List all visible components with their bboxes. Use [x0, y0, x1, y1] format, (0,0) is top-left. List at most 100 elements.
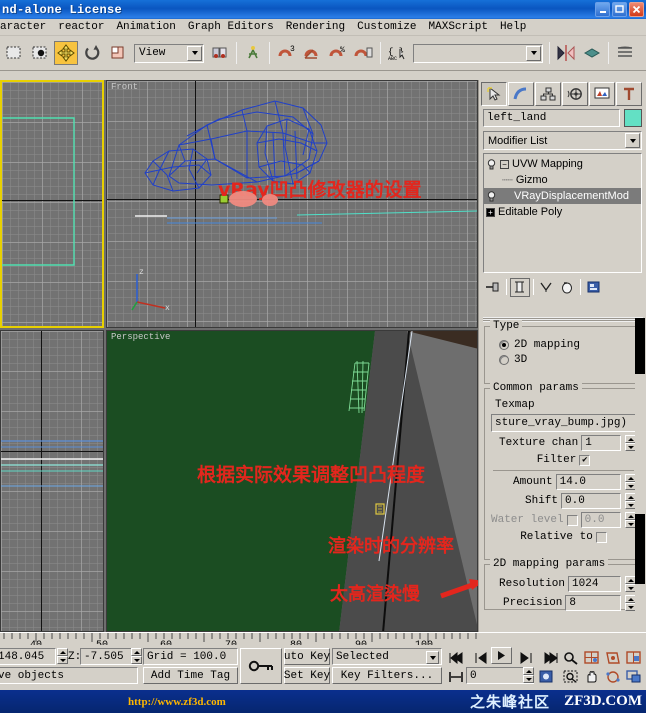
auto-key-button[interactable]: uto Key [284, 648, 330, 665]
maximize-button[interactable] [612, 2, 627, 17]
relative-to-checkbox[interactable] [595, 531, 607, 543]
zoom-region-icon[interactable] [624, 648, 643, 667]
scrollbar-thumb[interactable] [635, 318, 645, 374]
select-object-icon[interactable] [2, 41, 26, 65]
x-coordinate-field[interactable]: 148.045 [0, 648, 56, 665]
menu-item-reactor[interactable]: reactor [52, 19, 110, 36]
key-mode-icon[interactable] [446, 667, 465, 686]
chevron-down-icon[interactable] [625, 133, 640, 148]
chevron-down-icon[interactable] [526, 45, 541, 61]
configure-modifier-sets-icon[interactable] [584, 277, 604, 297]
z-spinner[interactable] [131, 648, 142, 664]
close-button[interactable] [629, 2, 644, 17]
menu-item-animation[interactable]: Animation [110, 19, 181, 36]
texture-channel-field[interactable]: 1 [581, 435, 621, 451]
minimize-button[interactable] [595, 2, 610, 17]
named-selection-set-field[interactable] [413, 43, 543, 63]
time-configuration-icon[interactable] [537, 667, 556, 686]
select-and-scale-icon[interactable] [106, 41, 130, 65]
use-pivot-center-icon[interactable] [208, 41, 232, 65]
field-of-view-icon[interactable] [561, 667, 580, 686]
spinner-snap-icon[interactable] [352, 41, 376, 65]
remove-modifier-icon[interactable] [557, 277, 577, 297]
menu-item-character[interactable]: aracter [0, 19, 52, 36]
zoom-icon[interactable] [561, 648, 580, 667]
make-unique-icon[interactable] [537, 277, 557, 297]
chevron-down-icon[interactable] [187, 45, 202, 61]
motion-tab[interactable] [562, 82, 588, 106]
layer-manager-icon[interactable] [580, 41, 604, 65]
mirror-icon[interactable] [554, 41, 578, 65]
frame-spinner[interactable] [523, 667, 534, 683]
curve-editor-icon[interactable] [613, 41, 637, 65]
previous-frame-icon[interactable] [471, 648, 490, 667]
scrollbar-thumb-lower[interactable] [635, 514, 645, 584]
command-panel-scrollbar[interactable] [635, 318, 645, 630]
pan-icon[interactable] [582, 667, 601, 686]
select-by-name-icon[interactable] [28, 41, 52, 65]
selection-level-combo[interactable]: Selected [332, 648, 442, 665]
select-and-move-icon[interactable] [54, 41, 78, 65]
menu-item-maxscript[interactable]: MAXScript [423, 19, 494, 36]
modifier-stack-item[interactable]: + Editable Poly [484, 204, 641, 220]
texmap-button[interactable]: sture_vray_bump.jpg) [491, 414, 636, 432]
key-mode-toggle-button[interactable] [240, 648, 282, 684]
light-bulb-icon[interactable] [486, 158, 497, 170]
object-name-field[interactable]: left_land [483, 109, 620, 127]
percent-snap-icon[interactable]: % [326, 41, 350, 65]
filter-checkbox[interactable]: ✔ [579, 454, 591, 466]
shift-field[interactable]: 0.0 [561, 493, 621, 509]
arc-rotate-icon[interactable] [603, 667, 622, 686]
amount-field[interactable]: 14.0 [555, 474, 621, 490]
go-to-end-icon[interactable] [541, 648, 560, 667]
key-filters-button[interactable]: Key Filters... [332, 667, 442, 684]
select-and-rotate-icon[interactable] [80, 41, 104, 65]
zoom-extents-icon[interactable] [603, 648, 622, 667]
pin-stack-icon[interactable] [483, 277, 503, 297]
zoom-all-icon[interactable] [582, 648, 601, 667]
type-option-3d[interactable]: 3D [491, 352, 636, 367]
angle-snap-icon[interactable] [300, 41, 324, 65]
collapse-icon[interactable]: − [500, 159, 509, 169]
modifier-list-dropdown[interactable]: Modifier List [483, 131, 642, 150]
menu-item-help[interactable]: Help [494, 19, 532, 36]
modifier-stack-item[interactable]: − UVW Mapping [484, 156, 641, 172]
modify-tab[interactable] [508, 82, 534, 106]
hierarchy-tab[interactable] [535, 82, 561, 106]
menu-item-rendering[interactable]: Rendering [280, 19, 351, 36]
light-bulb-icon[interactable] [486, 190, 497, 202]
precision-field[interactable]: 8 [565, 595, 621, 611]
chevron-down-icon[interactable] [426, 651, 439, 664]
snaps-toggle-icon[interactable]: 3 [274, 41, 298, 65]
reference-coordinate-system-combo[interactable]: View [134, 43, 204, 63]
modifier-stack-item[interactable]: VRayDisplacementMod [484, 188, 641, 204]
viewport-top-left[interactable] [0, 80, 104, 328]
resolution-field[interactable]: 1024 [568, 576, 621, 592]
type-option-2d[interactable]: 2D mapping [491, 337, 636, 352]
radio-3d-icon[interactable] [499, 354, 509, 365]
viewport-perspective[interactable]: Perspective [106, 330, 478, 632]
viewport-front[interactable]: z x Front [106, 80, 478, 328]
add-time-tag-button[interactable]: Add Time Tag [143, 667, 238, 684]
show-end-result-icon[interactable] [510, 277, 530, 297]
display-tab[interactable] [589, 82, 615, 106]
maximize-viewport-icon[interactable] [624, 667, 643, 686]
radio-2d-mapping-icon[interactable] [499, 339, 509, 350]
water-level-checkbox[interactable] [566, 514, 578, 526]
named-selection-sets-icon[interactable]: { } ABC [385, 41, 409, 65]
set-key-button[interactable]: Set Key [284, 667, 330, 684]
modifier-stack[interactable]: − UVW Mapping ┄┄ Gizmo VRayDisplacementM… [483, 153, 642, 273]
play-button[interactable] [491, 647, 512, 664]
menu-item-graph-editors[interactable]: Graph Editors [182, 19, 280, 36]
go-to-start-icon[interactable] [446, 648, 465, 667]
object-color-swatch[interactable] [624, 109, 642, 127]
align-icon[interactable] [241, 41, 265, 65]
expand-icon[interactable]: + [486, 207, 495, 217]
create-tab[interactable] [481, 82, 507, 106]
x-spinner[interactable] [57, 648, 68, 664]
menu-item-customize[interactable]: Customize [351, 19, 422, 36]
utilities-tab[interactable] [616, 82, 642, 106]
viewport-bottom-left[interactable] [0, 330, 104, 632]
modifier-stack-item[interactable]: ┄┄ Gizmo [484, 172, 641, 188]
next-frame-icon[interactable] [516, 648, 535, 667]
